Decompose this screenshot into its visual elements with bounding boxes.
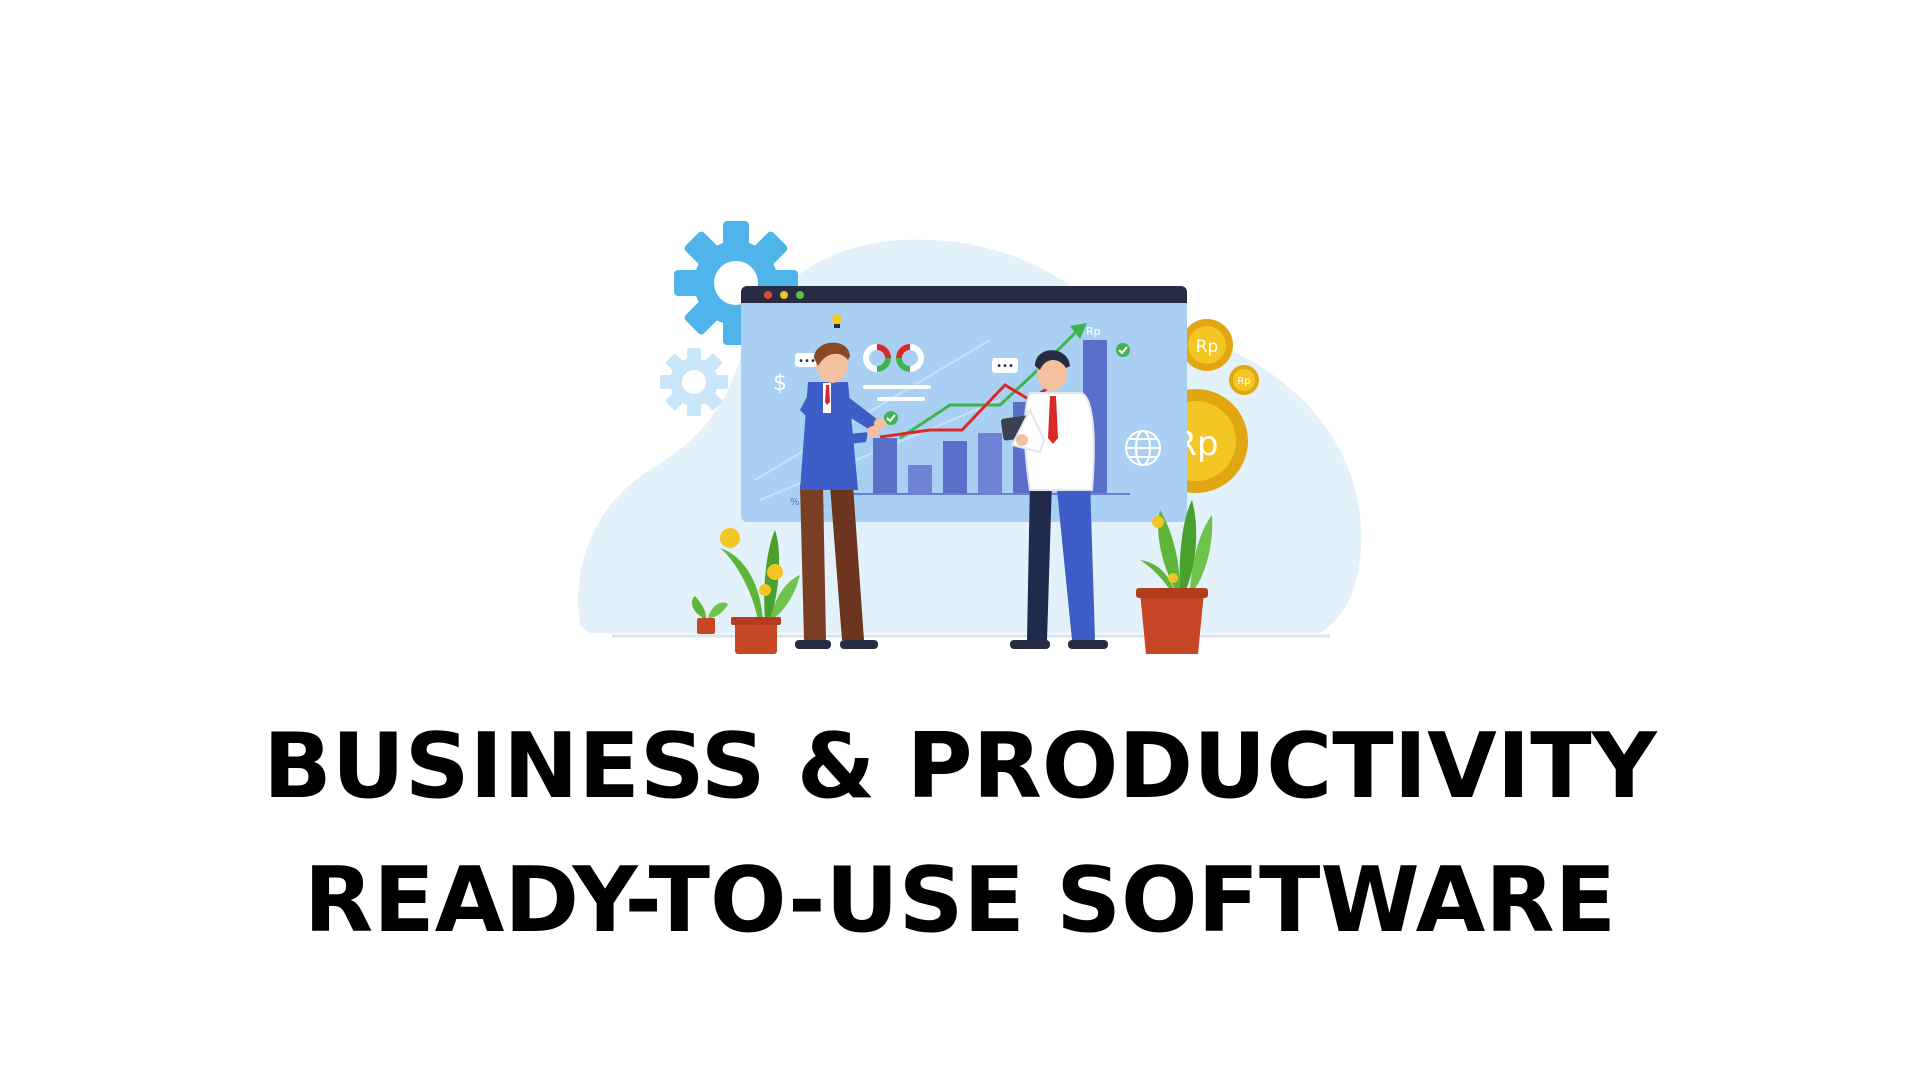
svg-text:Rp: Rp bbox=[1196, 337, 1219, 357]
coin-small-icon: Rp bbox=[1229, 365, 1259, 395]
chat-bubble-icon: ••• bbox=[992, 358, 1018, 373]
svg-text:•••: ••• bbox=[996, 361, 1014, 372]
headline-line-1: BUSINESS & PRODUCTIVITY bbox=[263, 714, 1657, 819]
coin-medium-icon: Rp bbox=[1181, 319, 1233, 371]
checkmark-icon bbox=[1116, 343, 1130, 357]
svg-text:Rp: Rp bbox=[1237, 376, 1250, 387]
headline-line-2: READY-TO-USE SOFTWARE bbox=[303, 848, 1617, 953]
text-placeholder-bar bbox=[863, 385, 931, 389]
dollar-sign: $ bbox=[773, 371, 787, 396]
checkmark-icon bbox=[884, 411, 898, 425]
percent-sign: % bbox=[790, 497, 800, 508]
small-gear-icon bbox=[660, 348, 728, 416]
svg-text:•••: ••• bbox=[798, 356, 816, 367]
text-placeholder-bar bbox=[877, 397, 925, 401]
coin-label-on-screen: Rp bbox=[1086, 325, 1101, 338]
